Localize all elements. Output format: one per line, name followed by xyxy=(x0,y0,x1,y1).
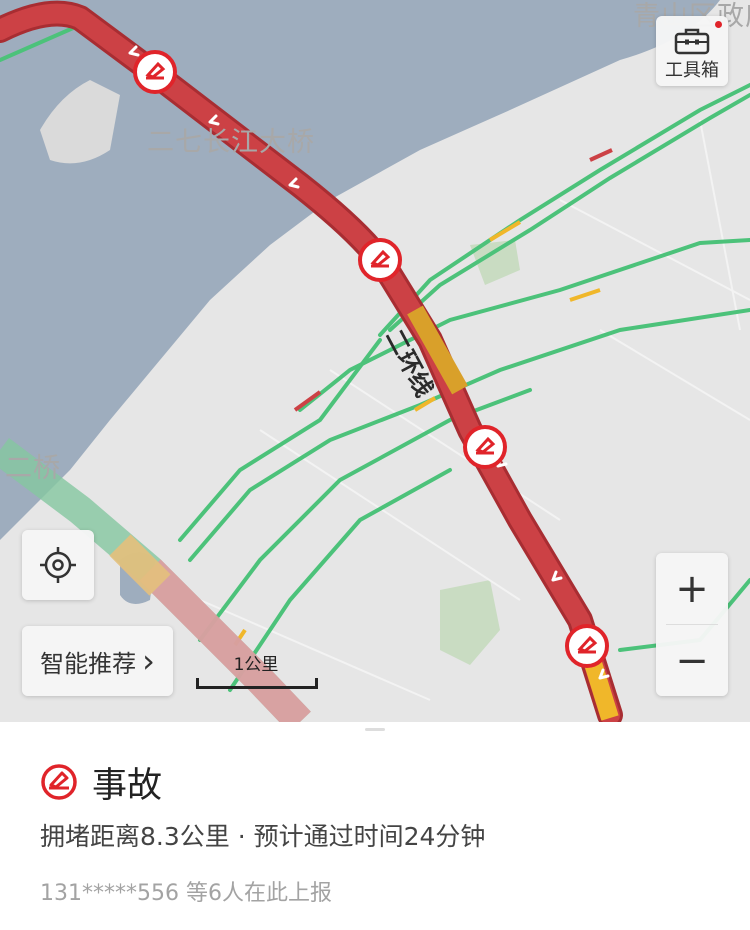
locate-crosshair-icon xyxy=(40,547,76,583)
accident-icon xyxy=(41,764,77,800)
toolbox-button[interactable]: 工具箱 xyxy=(656,16,728,86)
incident-title: 事故 xyxy=(92,765,163,806)
scale-bar: 1公里 xyxy=(196,650,318,690)
zoom-control: + − xyxy=(656,553,728,696)
scale-line xyxy=(196,678,318,689)
chevron-right-icon: › xyxy=(142,642,155,680)
smart-recommend-label: 智能推荐 xyxy=(40,649,137,678)
map-base xyxy=(0,0,750,722)
locate-button[interactable] xyxy=(22,530,94,600)
map-view[interactable]: 二七长江大桥 青山区政府 二桥 二环线 工具箱 智能推荐 › + − 1公里 xyxy=(0,0,750,722)
notification-dot xyxy=(715,21,722,28)
bridge-2-label: 二桥 xyxy=(5,453,61,484)
drag-handle[interactable] xyxy=(365,728,385,731)
scale-label: 1公里 xyxy=(233,655,279,675)
toolbox-icon xyxy=(674,28,710,55)
zoom-out-button[interactable]: − xyxy=(656,625,728,696)
zoom-in-button[interactable]: + xyxy=(656,553,728,624)
incident-description: 拥堵距离8.3公里 · 预计通过时间24分钟 xyxy=(40,822,486,851)
incident-panel[interactable]: 事故 拥堵距离8.3公里 · 预计通过时间24分钟 131*****556 等6… xyxy=(0,722,750,930)
bridge-label: 二七长江大桥 xyxy=(147,127,315,158)
incident-title-row: 事故 xyxy=(40,760,162,806)
incident-reporter: 131*****556 等6人在此上报 xyxy=(40,881,332,906)
toolbox-label: 工具箱 xyxy=(665,60,719,81)
smart-recommend-button[interactable]: 智能推荐 › xyxy=(22,626,173,696)
